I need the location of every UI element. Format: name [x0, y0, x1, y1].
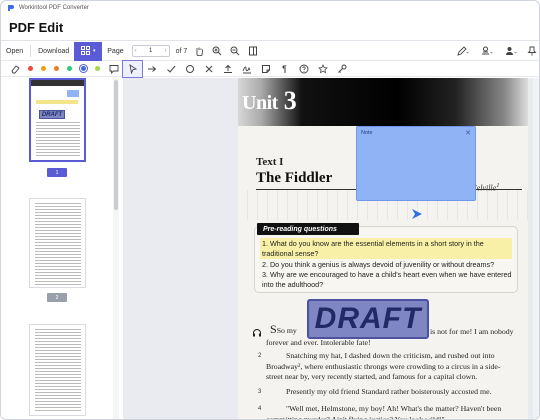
download-button[interactable]: Download	[33, 42, 74, 61]
zoom-out-icon[interactable]	[226, 42, 244, 61]
thumbnail-draft-stamp: DRAFT	[39, 110, 65, 119]
viewer-scrollbar[interactable]	[533, 78, 539, 419]
sidebar-scrollbar-thumb[interactable]	[114, 80, 118, 210]
paragraph-number: 4	[258, 406, 262, 412]
annotation-toolbar: ¶	[1, 59, 539, 78]
hand-tool-icon[interactable]	[190, 42, 208, 61]
window-title: Workintool PDF Converter	[19, 5, 89, 11]
upload-icon[interactable]	[218, 61, 237, 77]
paragraph-number: 2	[258, 353, 262, 359]
thumbnail-note	[67, 90, 79, 97]
note-anchor-arrow-icon[interactable]	[411, 207, 423, 219]
color-swatch-dark-orange[interactable]	[54, 66, 59, 71]
thumbnail-text-lines	[35, 203, 81, 285]
draft-stamp[interactable]: DRAFT	[307, 299, 429, 339]
pointer-icon[interactable]	[122, 59, 143, 78]
story-title: The Fiddler	[256, 170, 333, 186]
audio-icon[interactable]	[252, 325, 262, 337]
page-header: PDF Edit	[1, 15, 539, 41]
thumbnail-text-lines	[36, 122, 80, 158]
open-button[interactable]: Open	[1, 42, 28, 61]
check-icon[interactable]	[161, 61, 180, 77]
circle-icon[interactable]	[180, 61, 199, 77]
page-number-badge[interactable]: 2	[47, 293, 67, 302]
thumbnail-view-button[interactable]: ▾	[74, 41, 103, 61]
sticky-note-icon[interactable]	[256, 61, 275, 77]
arrow-icon[interactable]	[142, 61, 161, 77]
color-swatch-lime[interactable]	[95, 66, 100, 71]
author-footnote-mark: 1	[496, 182, 500, 189]
paragraph-2: Snatching my hat, I dashed down the crit…	[266, 351, 501, 381]
page-number-input[interactable]: ‹ 1 ›	[131, 45, 170, 57]
current-page-value: 1	[148, 48, 153, 54]
fit-page-icon[interactable]	[244, 42, 262, 61]
question-2: 2. Do you think a genius is always devoi…	[262, 260, 495, 269]
text-label: Text I	[256, 156, 284, 168]
paragraph-3: Presently my old friend Standard rather …	[286, 387, 492, 396]
unit-word: Unit	[242, 92, 278, 114]
stamp-tool-icon[interactable]	[475, 42, 499, 61]
comment-icon[interactable]	[104, 61, 123, 77]
main-toolbar: Open Download ▾ Page ‹ 1 › of 7	[1, 41, 539, 61]
unit-banner: Unit 3	[238, 78, 528, 126]
page-total-label: of 7	[175, 47, 188, 55]
color-swatch-red[interactable]	[28, 66, 33, 71]
page-thumbnail[interactable]	[29, 324, 86, 416]
close-icon[interactable]: ✕	[465, 129, 471, 137]
unit-title: Unit 3	[242, 86, 297, 116]
page-label: Page	[107, 47, 124, 55]
toolbar-divider	[30, 45, 32, 57]
chevron-down-icon: ▾	[93, 48, 96, 54]
color-swatch-blue-selected[interactable]	[79, 64, 88, 73]
cross-icon[interactable]	[199, 61, 218, 77]
document-viewer: Unit 3 Text I The Fiddler Melville1 Pre-…	[123, 78, 539, 420]
zoom-in-icon[interactable]	[208, 42, 226, 61]
unit-number: 3	[283, 86, 297, 115]
thumbnail-sidebar: DRAFT 1 2	[1, 78, 119, 419]
color-swatch-orange[interactable]	[41, 66, 46, 71]
note-title: Note	[361, 130, 373, 136]
sticky-note-popup[interactable]: Note ✕	[356, 126, 476, 201]
question-1: 1. What do you know are the essential el…	[262, 239, 484, 258]
pin-icon[interactable]	[523, 42, 539, 61]
paragraph-4: "Well met, Helmstone, my boy! Ah! What's…	[266, 404, 502, 420]
page-number-badge[interactable]: 1	[47, 168, 67, 177]
page-thumbnail[interactable]: DRAFT	[29, 78, 86, 162]
paragraph-number: 3	[258, 389, 262, 395]
eraser-icon[interactable]	[5, 61, 24, 77]
thumbnail-banner	[31, 80, 84, 86]
page-prev-icon[interactable]: ‹	[135, 48, 137, 54]
prereading-heading: Pre-reading questions	[257, 223, 359, 235]
page-next-icon[interactable]: ›	[165, 48, 167, 54]
grid-icon	[81, 45, 90, 57]
thumbnail-highlight	[36, 100, 78, 104]
help-icon[interactable]	[294, 61, 313, 77]
question-3: 3. Why are we encouraged to have a child…	[262, 270, 512, 289]
key-icon[interactable]	[332, 61, 351, 77]
paragraph-icon[interactable]: ¶	[275, 61, 294, 77]
signature-icon[interactable]	[237, 61, 256, 77]
star-icon[interactable]	[313, 61, 332, 77]
user-account-icon[interactable]	[499, 42, 523, 61]
color-swatch-green[interactable]	[67, 66, 72, 71]
thumbnail-text-lines	[35, 329, 81, 413]
app-window: Workintool PDF Converter PDF Edit Open D…	[0, 0, 540, 420]
title-bar: Workintool PDF Converter	[1, 1, 539, 15]
pen-tool-icon[interactable]	[451, 42, 475, 61]
page-title: PDF Edit	[9, 20, 64, 35]
page-thumbnail[interactable]	[29, 198, 86, 288]
app-logo-icon	[7, 4, 15, 12]
